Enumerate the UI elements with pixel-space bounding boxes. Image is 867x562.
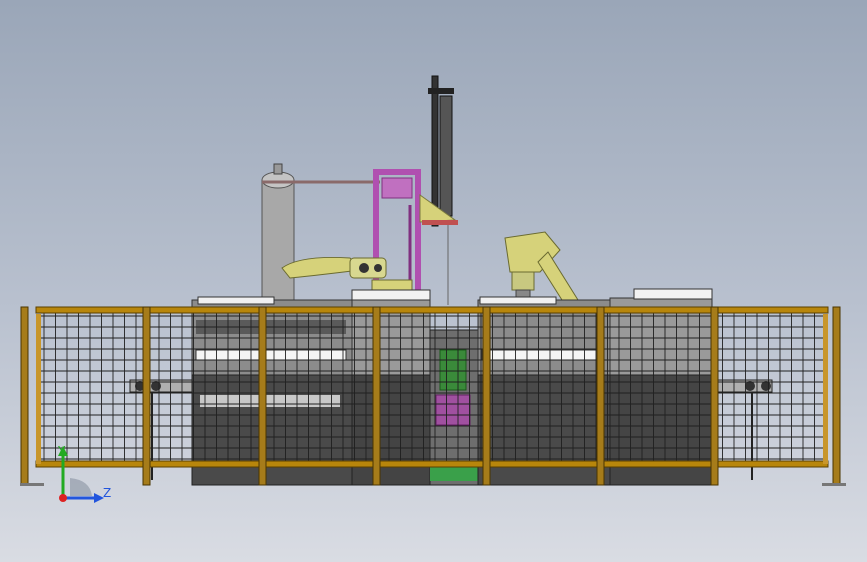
left-robot-arm bbox=[281, 256, 413, 295]
vertical-mast bbox=[419, 75, 458, 305]
coordinate-triad: Y Z bbox=[57, 444, 111, 503]
fence-post bbox=[710, 306, 719, 486]
fence-post bbox=[372, 306, 381, 486]
cad-viewport[interactable]: Y Z bbox=[0, 0, 867, 562]
fence-post bbox=[482, 306, 491, 486]
triad-origin bbox=[59, 494, 67, 502]
right-robot-arm bbox=[504, 231, 579, 301]
y-axis-label: Y bbox=[57, 444, 66, 458]
fence-post bbox=[258, 306, 267, 486]
workcell-scene: Y Z bbox=[20, 75, 846, 503]
fence-post bbox=[596, 306, 605, 486]
fence-post bbox=[832, 306, 841, 486]
machine-bases bbox=[129, 288, 773, 486]
z-axis-label: Z bbox=[103, 486, 111, 500]
gas-tank bbox=[261, 163, 380, 306]
fence-post bbox=[142, 306, 151, 486]
fence-post bbox=[20, 306, 29, 486]
